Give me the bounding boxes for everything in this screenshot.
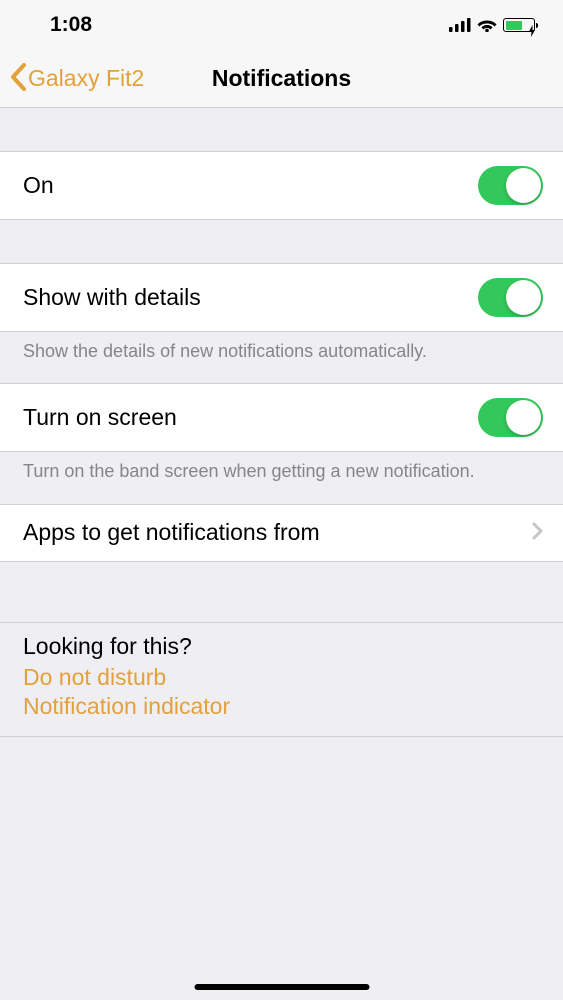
battery-icon xyxy=(503,18,535,32)
setting-label: Show with details xyxy=(23,284,201,311)
link-notification-indicator[interactable]: Notification indicator xyxy=(23,693,540,720)
setting-row-show-details[interactable]: Show with details xyxy=(0,263,563,332)
setting-footer: Show the details of new notifications au… xyxy=(0,332,563,383)
setting-row-apps[interactable]: Apps to get notifications from xyxy=(0,504,563,562)
navigation-header: Galaxy Fit2 Notifications xyxy=(0,50,563,108)
back-label: Galaxy Fit2 xyxy=(28,65,144,92)
setting-label: On xyxy=(23,172,54,199)
link-do-not-disturb[interactable]: Do not disturb xyxy=(23,664,540,691)
toggle-turn-on-screen[interactable] xyxy=(478,398,543,437)
home-indicator[interactable] xyxy=(194,984,369,990)
chevron-right-icon xyxy=(532,519,543,547)
back-button[interactable]: Galaxy Fit2 xyxy=(0,61,144,97)
setting-footer: Turn on the band screen when getting a n… xyxy=(0,452,563,503)
looking-for-section: Looking for this? Do not disturb Notific… xyxy=(0,622,563,737)
setting-label: Turn on screen xyxy=(23,404,177,431)
setting-row-turn-on-screen[interactable]: Turn on screen xyxy=(0,383,563,452)
status-time: 1:08 xyxy=(50,13,92,37)
cellular-signal-icon xyxy=(449,18,471,32)
chevron-left-icon xyxy=(10,61,28,97)
toggle-show-details[interactable] xyxy=(478,278,543,317)
page-title: Notifications xyxy=(212,65,351,92)
looking-for-title: Looking for this? xyxy=(23,633,540,660)
status-bar: 1:08 xyxy=(0,0,563,50)
wifi-icon xyxy=(477,18,497,32)
toggle-on[interactable] xyxy=(478,166,543,205)
setting-row-on[interactable]: On xyxy=(0,151,563,220)
setting-label: Apps to get notifications from xyxy=(23,519,320,546)
status-icons xyxy=(449,18,535,32)
